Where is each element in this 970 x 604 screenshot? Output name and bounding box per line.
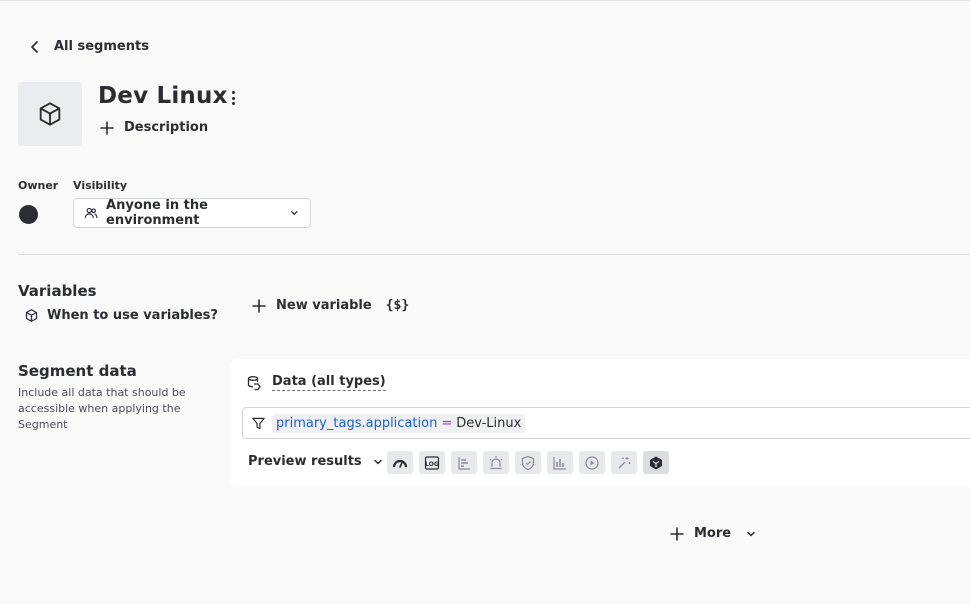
filter-token[interactable]: primary_tags.application = Dev-Linux [272, 413, 526, 433]
more-label: More [694, 526, 732, 541]
plus-icon [100, 120, 114, 135]
play-circle-icon[interactable] [579, 451, 605, 474]
plus-icon [252, 298, 266, 313]
bar-list-icon[interactable] [451, 451, 477, 474]
log-icon[interactable]: LOG [419, 451, 445, 474]
cube-icon [25, 309, 38, 322]
segment-data-help: Include all data that should be accessib… [18, 386, 186, 431]
preview-results-dropdown[interactable]: Preview results [248, 454, 384, 469]
filter-icon [252, 417, 265, 429]
preview-app-icons: LOG [387, 451, 669, 474]
cube-icon [39, 102, 61, 126]
when-to-use-variables-link[interactable]: When to use variables? [24, 308, 218, 323]
users-icon [84, 207, 98, 218]
filter-operator: = [441, 415, 453, 431]
back-link-label: All segments [54, 39, 149, 54]
add-description-button[interactable]: Description [100, 120, 208, 135]
visibility-value: Anyone in the environment [106, 198, 208, 228]
data-source-label: Data (all types) [272, 374, 386, 391]
variable-symbol: {$} [385, 298, 410, 313]
svg-text:LOG: LOG [425, 461, 439, 468]
owner-avatar[interactable] [19, 205, 38, 224]
sparkle-icon[interactable] [611, 451, 637, 474]
chevron-down-icon [291, 211, 299, 215]
more-button[interactable]: More [670, 526, 757, 541]
cube-dark-icon[interactable] [643, 451, 669, 474]
filter-value: Dev-Linux [456, 415, 522, 431]
back-to-all-segments-link[interactable]: All segments [28, 39, 149, 54]
preview-results-label: Preview results [248, 454, 362, 469]
when-to-use-variables-label: When to use variables? [47, 308, 218, 323]
segment-icon-tile [18, 82, 82, 146]
owner-label: Owner [18, 179, 59, 192]
section-divider [18, 254, 970, 255]
database-hand-icon [247, 375, 261, 390]
new-variable-label: New variable [276, 298, 372, 313]
description-label: Description [124, 120, 209, 135]
segment-data-title: Segment data [18, 362, 137, 380]
more-options-icon[interactable] [224, 88, 242, 108]
filter-key: primary_tags.application [276, 415, 438, 431]
top-border [0, 0, 970, 1]
visibility-select[interactable]: Anyone in the environment [73, 198, 311, 228]
shield-icon[interactable] [515, 451, 541, 474]
new-variable-button[interactable]: New variable {$} [252, 298, 409, 313]
gauge-icon[interactable] [387, 451, 413, 474]
chart-bars-icon[interactable] [547, 451, 573, 474]
chevron-down-icon [747, 531, 755, 536]
chevron-down-icon [373, 459, 382, 464]
chevron-left-icon [31, 40, 38, 53]
variables-title: Variables [18, 282, 97, 300]
filter-input[interactable]: primary_tags.application = Dev-Linux [242, 407, 970, 439]
data-source-selector[interactable]: Data (all types) [246, 374, 386, 391]
page-title: Dev Linux [98, 83, 228, 109]
plus-icon [670, 526, 684, 541]
visibility-label: Visibility [73, 179, 128, 192]
alert-siren-icon[interactable] [483, 451, 509, 474]
